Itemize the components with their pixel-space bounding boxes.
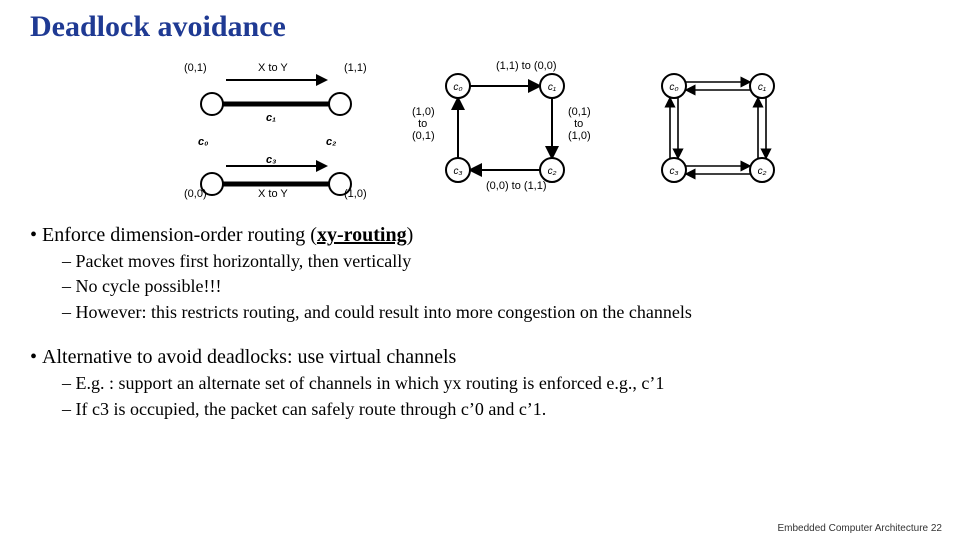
channel-label: c₀	[198, 136, 208, 148]
bullet-list: • Enforce dimension-order routing (xy-ro…	[30, 222, 930, 421]
route-label: (0,1) to (1,0)	[568, 106, 591, 142]
channel-label: c₃	[266, 154, 276, 166]
diagram-row: (0,1) (1,1) X to Y c₁ c₀ c₂ c₃ X to Y (0…	[30, 58, 930, 198]
bullet-text: If c3 is occupied, the packet can safely…	[76, 399, 547, 419]
channel-label: c₁	[266, 112, 276, 124]
route-label: (1,0) to (0,1)	[412, 106, 435, 142]
bullet-text: E.g. : support an alternate set of chann…	[76, 373, 665, 393]
svg-text:c₃: c₃	[670, 166, 679, 177]
svg-text:c₃: c₃	[454, 166, 463, 177]
coord-label: (1,0)	[344, 188, 367, 200]
coord-label: (1,1)	[344, 62, 367, 74]
coord-label: (0,1)	[184, 62, 207, 74]
xy-routing: xy-routing	[317, 224, 407, 246]
sub-bullet: – If c3 is occupied, the packet can safe…	[62, 398, 930, 421]
sub-bullet: – No cycle possible!!!	[62, 275, 930, 298]
diagram-middle: c₀ c₁ c₂ c₃ (1,1) to (0,0) (1,0) to (0,1…	[410, 58, 610, 198]
bullet-item: • Enforce dimension-order routing (xy-ro…	[30, 222, 930, 248]
channel-label: X to Y	[258, 188, 288, 200]
diagram-left: (0,1) (1,1) X to Y c₁ c₀ c₂ c₃ X to Y (0…	[166, 58, 376, 198]
route-label: (1,1) to (0,0)	[496, 60, 557, 72]
bullet-text: )	[407, 224, 414, 246]
sub-bullet: – However: this restricts routing, and c…	[62, 301, 930, 324]
bullet-text: Alternative to avoid deadlocks: use virt…	[42, 346, 456, 368]
page-title: Deadlock avoidance	[30, 10, 930, 44]
sub-bullet: – Packet moves first horizontally, then …	[62, 250, 930, 273]
svg-text:c₁: c₁	[758, 82, 766, 93]
route-label: (0,0) to (1,1)	[486, 180, 547, 192]
bullet-text: Enforce dimension-order routing (	[42, 224, 317, 246]
svg-text:c₀: c₀	[669, 82, 678, 93]
bullet-text: Packet moves first horizontally, then ve…	[76, 251, 412, 271]
svg-text:c₀: c₀	[453, 82, 462, 93]
diagram-right: c₀ c₁ c₂ c₃	[644, 58, 794, 198]
svg-text:c₂: c₂	[548, 166, 557, 177]
svg-text:c₁: c₁	[548, 82, 556, 93]
coord-label: (0,0)	[184, 188, 207, 200]
channel-label: X to Y	[258, 62, 288, 74]
sub-bullet: – E.g. : support an alternate set of cha…	[62, 372, 930, 395]
channel-label: c₂	[326, 136, 336, 148]
bullet-item: • Alternative to avoid deadlocks: use vi…	[30, 344, 930, 370]
bullet-text: However: this restricts routing, and cou…	[76, 302, 692, 322]
slide-footer: Embedded Computer Architecture 22	[777, 523, 942, 534]
svg-text:c₂: c₂	[758, 166, 767, 177]
bullet-text: No cycle possible!!!	[76, 276, 222, 296]
